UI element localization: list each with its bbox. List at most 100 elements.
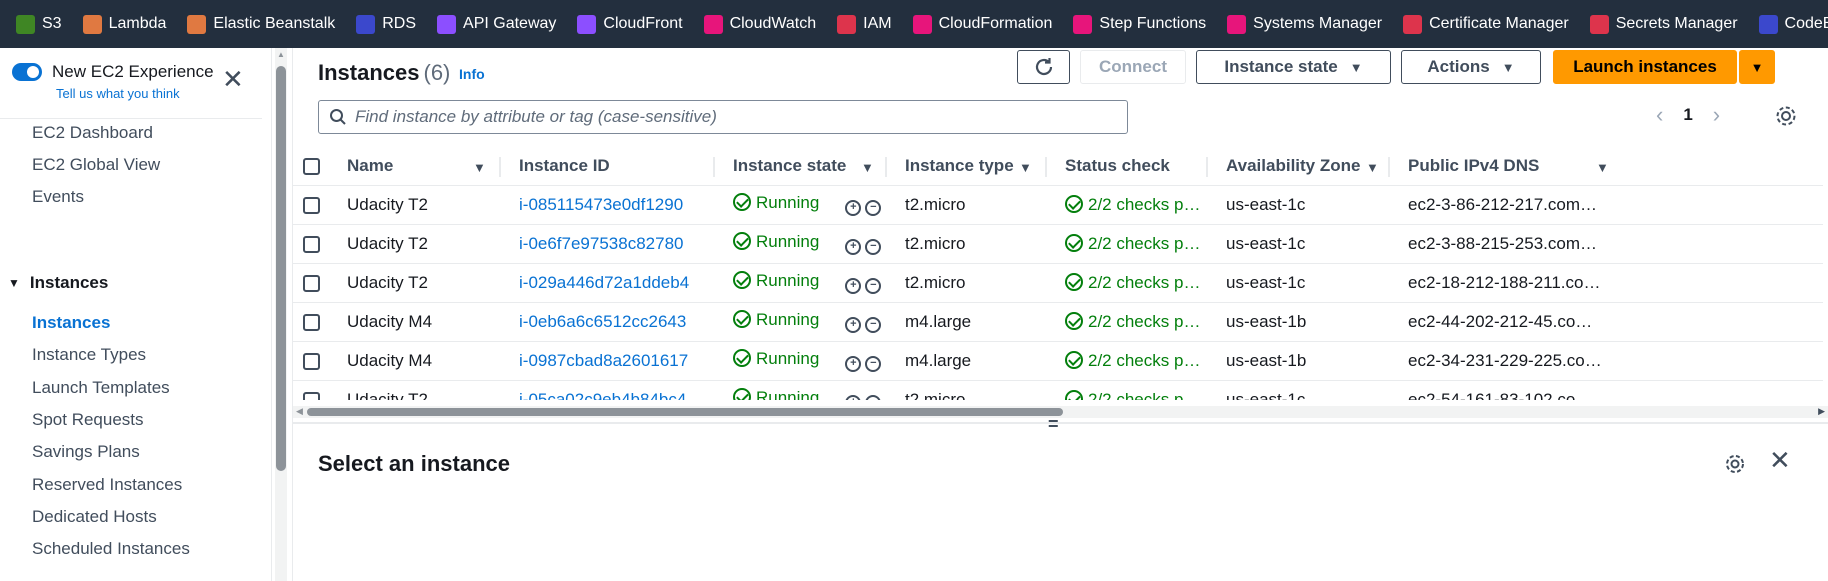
sidebar-item-scheduled-instances[interactable]: Scheduled Instances bbox=[32, 539, 190, 559]
service-shortcut-api-gateway[interactable]: API Gateway bbox=[437, 14, 556, 34]
sidebar-item-ec2-global-view[interactable]: EC2 Global View bbox=[32, 155, 160, 175]
instance-id-link[interactable]: i-0987cbad8a2601617 bbox=[501, 341, 715, 381]
table-row[interactable]: Udacity T2 i-0e6f7e97538c82780 Running + − t2… bbox=[293, 224, 1823, 264]
service-shortcut-lambda[interactable]: Lambda bbox=[82, 14, 166, 34]
sidebar-item-instances[interactable]: Instances bbox=[32, 313, 110, 333]
service-shortcut-systems-manager[interactable]: Systems Manager bbox=[1227, 14, 1382, 34]
sidebar-item-dedicated-hosts[interactable]: Dedicated Hosts bbox=[32, 507, 157, 527]
service-shortcut-rds[interactable]: RDS bbox=[356, 14, 416, 34]
zoom-out-icon[interactable]: − bbox=[865, 395, 882, 400]
zoom-in-icon[interactable]: + bbox=[845, 200, 862, 216]
instance-state-cell: Running +− bbox=[715, 185, 887, 225]
new-experience-toggle[interactable] bbox=[12, 63, 42, 81]
table-row[interactable]: Udacity T2i-05ca02c9eb4b84bc4 Running +−t2… bbox=[293, 380, 1823, 400]
column-header-name[interactable]: Name ▼ bbox=[333, 148, 501, 186]
instance-name: Udacity M4 bbox=[333, 341, 501, 381]
table-horizontal-scrollbar[interactable]: ◀ ▶ bbox=[293, 406, 1828, 418]
sort-icon[interactable]: ▼ bbox=[1596, 160, 1609, 175]
sidebar-item-events[interactable]: Events bbox=[32, 187, 84, 207]
gear-icon[interactable] bbox=[1773, 103, 1799, 129]
column-header-availability-zone[interactable]: Availability Zone ▼ bbox=[1208, 148, 1390, 186]
sidebar-item-launch-templates[interactable]: Launch Templates bbox=[32, 378, 170, 398]
instance-id-link[interactable]: i-0eb6a6c6512cc2643 bbox=[501, 302, 715, 342]
row-checkbox[interactable] bbox=[303, 235, 320, 253]
table-row[interactable]: Udacity M4 i-0987cbad8a2601617 Running + − m4… bbox=[293, 341, 1823, 381]
scroll-up-icon[interactable]: ▲ bbox=[277, 50, 285, 59]
sidebar-item-spot-requests[interactable]: Spot Requests bbox=[32, 410, 144, 430]
service-shortcut-codebuild[interactable]: CodeBuild bbox=[1758, 14, 1828, 34]
sort-icon[interactable]: ▼ bbox=[473, 160, 486, 175]
row-checkbox[interactable] bbox=[303, 196, 320, 214]
scroll-right-icon[interactable]: ▶ bbox=[1818, 406, 1825, 417]
zoom-in-icon[interactable]: + bbox=[845, 356, 862, 372]
actions-button[interactable]: Actions ▼ bbox=[1401, 50, 1541, 84]
select-all-checkbox[interactable] bbox=[303, 158, 320, 176]
sort-icon[interactable]: ▼ bbox=[1366, 160, 1379, 175]
service-shortcut-cloudformation[interactable]: CloudFormation bbox=[912, 14, 1052, 34]
sidebar-item-ec2-dashboard[interactable]: EC2 Dashboard bbox=[32, 123, 153, 143]
page-number[interactable]: 1 bbox=[1683, 105, 1692, 125]
close-icon[interactable]: ✕ bbox=[222, 66, 244, 92]
service-shortcut-secrets-manager[interactable]: Secrets Manager bbox=[1589, 14, 1738, 34]
zoom-out-icon[interactable]: − bbox=[865, 317, 882, 333]
instance-state: Running bbox=[756, 232, 820, 251]
sort-icon[interactable]: ▼ bbox=[1019, 160, 1032, 175]
refresh-button[interactable] bbox=[1017, 50, 1070, 84]
scrollbar-thumb[interactable] bbox=[276, 66, 286, 471]
close-icon[interactable]: ✕ bbox=[1769, 447, 1791, 473]
sidebar-scrollbar[interactable]: ▲ bbox=[275, 48, 287, 581]
launch-instances-button[interactable]: Launch instances bbox=[1553, 50, 1737, 84]
instance-state-button[interactable]: Instance state ▼ bbox=[1196, 50, 1391, 84]
scrollbar-thumb[interactable] bbox=[307, 408, 1063, 416]
connect-button[interactable]: Connect bbox=[1080, 50, 1186, 84]
launch-dropdown-button[interactable]: ▼ bbox=[1739, 50, 1775, 84]
column-header-status-check[interactable]: Status check bbox=[1047, 148, 1208, 186]
gear-icon[interactable] bbox=[1723, 452, 1747, 476]
instance-id-link[interactable]: i-05ca02c9eb4b84bc4 bbox=[501, 380, 715, 400]
service-shortcut-step-functions[interactable]: Step Functions bbox=[1073, 14, 1206, 34]
zoom-in-icon[interactable]: + bbox=[845, 395, 862, 400]
zoom-out-icon[interactable]: − bbox=[865, 200, 882, 216]
scroll-left-icon[interactable]: ◀ bbox=[296, 406, 303, 417]
instance-type: t2.micro bbox=[887, 380, 1047, 400]
column-header-public-dns[interactable]: Public IPv4 DNS ▼ bbox=[1390, 148, 1823, 186]
service-shortcut-iam[interactable]: IAM bbox=[837, 14, 892, 34]
zoom-in-icon[interactable]: + bbox=[845, 239, 862, 255]
row-checkbox[interactable] bbox=[303, 352, 320, 370]
nav-section-instances[interactable]: ▼ Instances bbox=[8, 273, 108, 293]
table-row[interactable]: Udacity T2 i-029a446d72a1ddeb4 Running + − t2… bbox=[293, 263, 1823, 303]
zoom-out-icon[interactable]: − bbox=[865, 356, 882, 372]
instance-id-link[interactable]: i-085115473e0df1290 bbox=[501, 185, 715, 225]
instance-id-link[interactable]: i-0e6f7e97538c82780 bbox=[501, 224, 715, 264]
info-link[interactable]: Info bbox=[459, 66, 485, 82]
row-checkbox[interactable] bbox=[303, 313, 320, 331]
service-shortcut-s3[interactable]: S3 bbox=[16, 14, 62, 34]
prev-page-icon[interactable]: ‹ bbox=[1656, 102, 1663, 128]
service-shortcut-elastic-beanstalk[interactable]: Elastic Beanstalk bbox=[187, 14, 335, 34]
feedback-link[interactable]: Tell us what you think bbox=[56, 86, 180, 101]
column-header-instance-type[interactable]: Instance type ▼ bbox=[887, 148, 1047, 186]
zoom-in-icon[interactable]: + bbox=[845, 317, 862, 333]
service-shortcut-certificate-manager[interactable]: Certificate Manager bbox=[1403, 14, 1569, 34]
next-page-icon[interactable]: › bbox=[1713, 102, 1720, 128]
sort-icon[interactable]: ▼ bbox=[861, 160, 874, 175]
service-shortcut-cloudwatch[interactable]: CloudWatch bbox=[703, 14, 816, 34]
drag-handle-icon[interactable]: = bbox=[1048, 415, 1059, 433]
row-checkbox[interactable] bbox=[303, 274, 320, 292]
zoom-out-icon[interactable]: − bbox=[865, 239, 882, 255]
column-header-instance-state[interactable]: Instance state ▼ bbox=[715, 148, 887, 186]
row-checkbox[interactable] bbox=[303, 391, 320, 400]
zoom-out-icon[interactable]: − bbox=[865, 278, 882, 294]
column-header-instance-id[interactable]: Instance ID bbox=[501, 148, 715, 186]
sidebar-item-reserved-instances[interactable]: Reserved Instances bbox=[32, 475, 182, 495]
service-label: CloudFront bbox=[603, 15, 683, 32]
sidebar-item-instance-types[interactable]: Instance Types bbox=[32, 345, 146, 365]
table-row[interactable]: Udacity M4 i-0eb6a6c6512cc2643 Running + − m4… bbox=[293, 302, 1823, 342]
sidebar-item-savings-plans[interactable]: Savings Plans bbox=[32, 442, 140, 462]
search-input[interactable] bbox=[355, 107, 1115, 127]
zoom-in-icon[interactable]: + bbox=[845, 278, 862, 294]
service-shortcut-cloudfront[interactable]: CloudFront bbox=[577, 14, 683, 34]
table-row[interactable]: Udacity T2 i-085115473e0df1290 Running + − t2… bbox=[293, 185, 1823, 225]
instance-id-link[interactable]: i-029a446d72a1ddeb4 bbox=[501, 263, 715, 303]
page-title-text: Instances bbox=[318, 60, 420, 85]
